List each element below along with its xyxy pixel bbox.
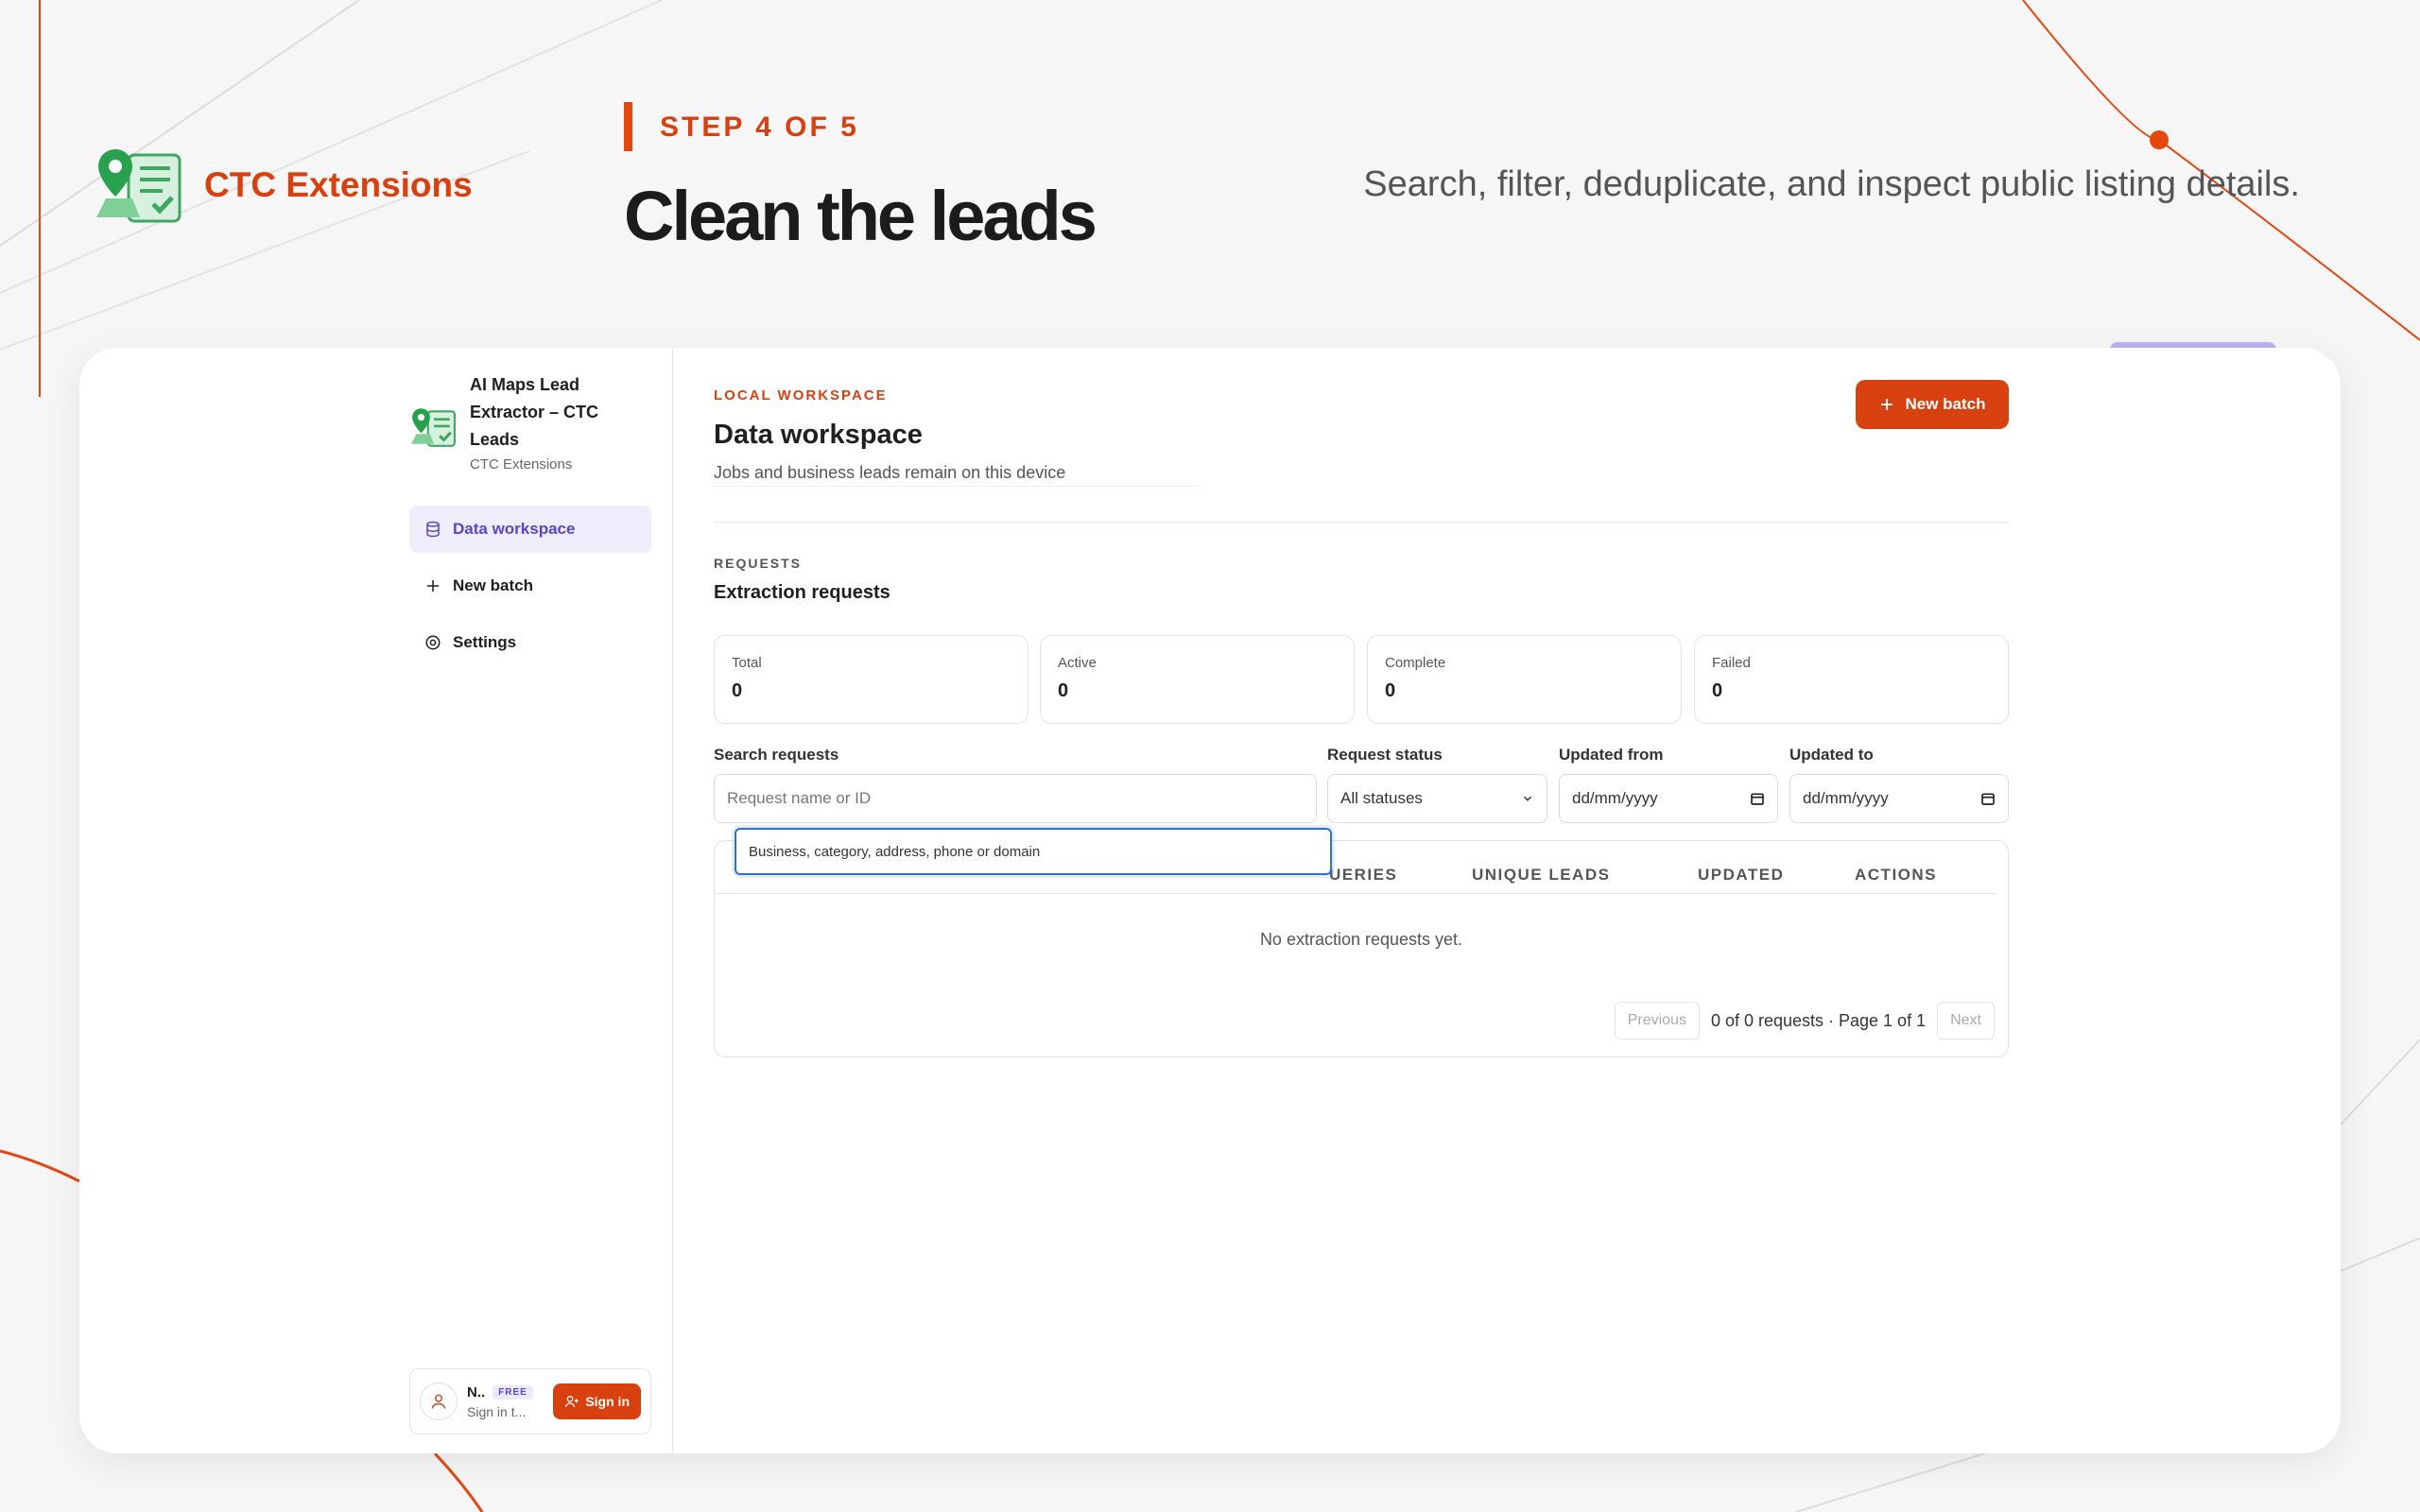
status-value: All statuses [1340,789,1423,807]
sidebar-item-label: New batch [453,576,534,594]
step-accent-bar [624,102,632,151]
updated-from-label: Updated from [1559,746,1664,764]
app-subtitle: CTC Extensions [470,456,573,472]
stat-value: 0 [1385,680,1396,701]
search-label: Search requests [714,746,839,764]
avatar[interactable] [420,1383,458,1420]
stat-label: Complete [1385,655,1446,671]
column-header: UPDATED [1698,866,1785,884]
pagination: Previous 0 of 0 requests · Page 1 of 1 N… [1614,1002,1995,1040]
search-suggestion-input[interactable]: Business, category, address, phone or do… [735,828,1332,875]
stat-card-failed: Failed 0 [1694,635,2009,724]
account-panel: N.. FREE Sign in t... Sign in [409,1368,651,1435]
stat-label: Active [1058,655,1097,671]
calendar-icon[interactable] [1980,791,1996,806]
plan-badge: FREE [493,1384,533,1400]
app-logo-icon [411,408,456,447]
requests-eyebrow: REQUESTS [714,556,803,571]
updated-from-input[interactable]: dd/mm/yyyy [1559,774,1778,823]
app-window: AI Maps Lead Extractor – CTC Leads CTC E… [79,348,2341,1453]
brand-name: CTC Extensions [204,165,473,204]
description-divider [714,486,1200,487]
date-value: dd/mm/yyyy [1572,789,1658,807]
previous-page-button[interactable]: Previous [1614,1002,1700,1040]
user-icon [431,1394,446,1409]
stat-value: 0 [732,680,743,701]
requests-title: Extraction requests [714,582,890,603]
sign-in-button[interactable]: Sign in [553,1383,641,1419]
status-label: Request status [1327,746,1443,764]
sidebar-item-settings[interactable]: Settings [409,619,651,666]
brand: CTC Extensions [93,147,473,223]
section-divider [714,522,2009,523]
stat-label: Total [732,655,762,671]
app-logo-icon [96,149,182,223]
stat-label: Failed [1712,655,1751,671]
stat-value: 0 [1058,680,1069,701]
step-indicator: STEP 4 OF 5 [660,112,859,143]
column-header: UNIQUE LEADS [1472,866,1611,884]
stat-card-complete: Complete 0 [1367,635,1682,724]
page-tagline: Search, filter, deduplicate, and inspect… [1363,164,2300,204]
page-headline: Clean the leads [624,177,1098,255]
workspace-description: Jobs and business leads remain on this d… [714,463,1066,482]
plus-icon [427,580,439,592]
next-page-button[interactable]: Next [1937,1002,1995,1040]
sidebar: AI Maps Lead Extractor – CTC Leads CTC E… [79,348,673,1453]
suggestion-text: Business, category, address, phone or do… [749,843,1041,860]
sidebar-item-label: Settings [453,633,517,651]
workspace-eyebrow: LOCAL WORKSPACE [714,387,888,404]
sign-in-label: Sign in [585,1394,630,1409]
search-input[interactable]: Request name or ID [714,774,1317,823]
stat-card-total: Total 0 [714,635,1028,724]
calendar-icon[interactable] [1750,791,1765,806]
stat-value: 0 [1712,680,1723,701]
sidebar-item-data-workspace[interactable]: Data workspace [409,506,651,553]
gear-icon [425,635,441,650]
stat-card-active: Active 0 [1040,635,1355,724]
user-plus-icon [565,1396,579,1408]
pagination-info: 0 of 0 requests · Page 1 of 1 [1710,1010,1927,1030]
updated-to-label: Updated to [1789,746,1874,764]
column-header: ACTIONS [1855,866,1937,884]
account-subtitle: Sign in t... [467,1403,527,1419]
main-content: LOCAL WORKSPACE Data workspace Jobs and … [714,348,2009,1453]
new-batch-button[interactable]: New batch [1856,380,2009,429]
chevron-down-icon [1521,792,1534,805]
column-header: UERIES [1329,866,1398,884]
sidebar-item-label: Data workspace [453,520,576,538]
table-header-divider [715,893,1996,894]
sidebar-app-header: AI Maps Lead Extractor – CTC Leads CTC E… [409,371,626,472]
app-title: AI Maps Lead Extractor – CTC Leads [470,375,599,449]
updated-to-input[interactable]: dd/mm/yyyy [1789,774,2009,823]
empty-state-message: No extraction requests yet. [1259,930,1463,949]
database-icon [426,521,440,538]
page-title: Data workspace [714,420,923,450]
date-value: dd/mm/yyyy [1803,789,1889,807]
search-placeholder: Request name or ID [727,789,872,807]
account-name: N.. [467,1383,486,1400]
status-select[interactable]: All statuses [1327,774,1547,823]
sidebar-item-new-batch[interactable]: New batch [409,562,651,610]
plus-icon [1881,399,1893,410]
new-batch-label: New batch [1905,395,1986,413]
